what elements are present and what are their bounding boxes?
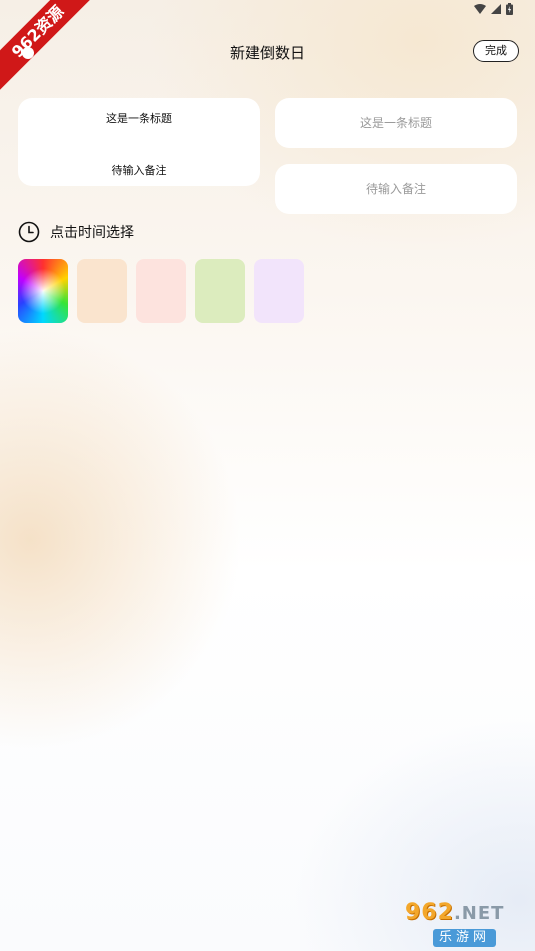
swatch-rainbow[interactable] [18,259,68,323]
swatch-lavender[interactable] [254,259,304,323]
watermark-text: 乐游网 [433,929,497,947]
swatch-peach[interactable] [77,259,127,323]
swatch-green[interactable] [195,259,245,323]
header: 新建倒数日 完成 [0,32,535,70]
page-title: 新建倒数日 [229,44,305,62]
preview-note: 待输入备注 [111,164,167,177]
preview-title: 这是一条标题 [106,112,172,125]
done-button[interactable]: 完成 [473,40,519,62]
note-input[interactable] [275,164,517,214]
time-picker[interactable]: 点击时间选择 [18,220,134,244]
status-icons [474,3,513,15]
color-swatches [18,259,304,323]
preview-card: 这是一条标题 待输入备注 [18,98,260,186]
clock-icon [18,221,40,243]
signal-icon [491,4,501,14]
watermark-logo: 962.NET 乐游网 [405,900,527,947]
watermark-number: 962 [405,900,454,925]
time-label: 点击时间选择 [50,225,134,241]
swatch-pink[interactable] [136,259,186,323]
title-input[interactable] [275,98,517,148]
battery-icon [506,3,513,15]
watermark-suffix: .NET [453,903,505,924]
wifi-icon [474,4,486,14]
